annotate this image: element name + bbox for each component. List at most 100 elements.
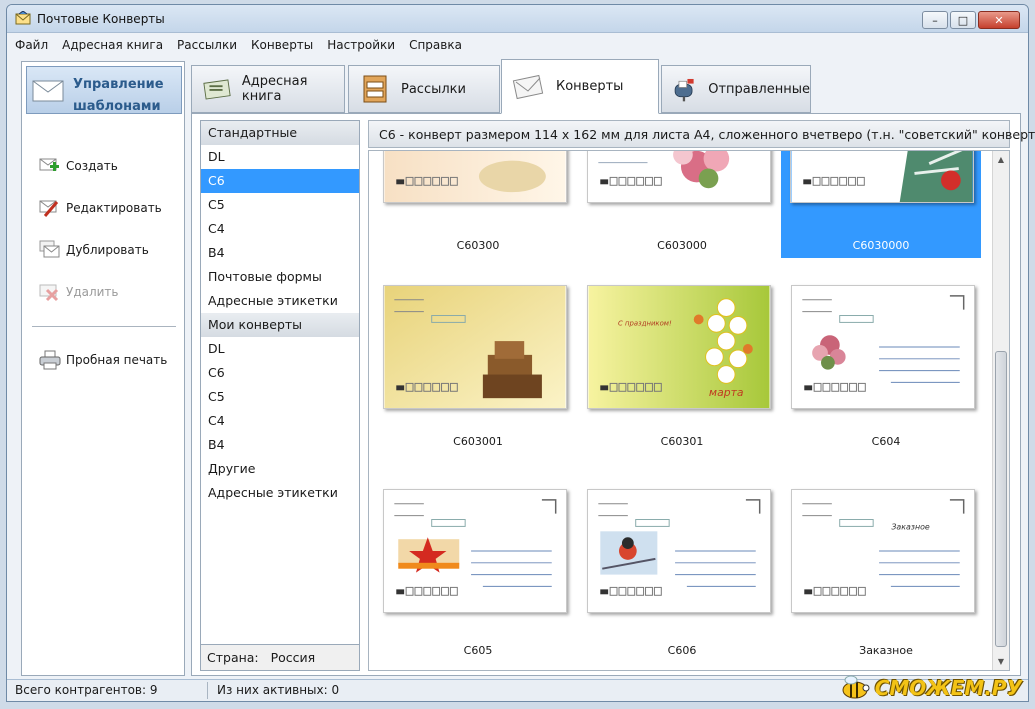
vertical-scrollbar[interactable]: ▲ ▼	[992, 151, 1009, 670]
tab-envelopes[interactable]: Конверты	[501, 59, 659, 114]
scroll-up-arrow-icon[interactable]: ▲	[993, 151, 1009, 168]
create-label: Создать	[66, 159, 118, 173]
templates-title-line2: шаблонами	[73, 99, 161, 114]
status-bar: Всего контрагентов: 9 Из них активных: 0…	[7, 675, 1028, 701]
close-button[interactable]: ✕	[978, 11, 1020, 29]
category-item[interactable]: C5	[201, 193, 359, 217]
category-item[interactable]: DL	[201, 145, 359, 169]
envelope-thumbnail: Заказное	[791, 489, 975, 613]
category-item[interactable]: Адресные этикетки	[201, 481, 359, 505]
category-item[interactable]: Адресные этикетки	[201, 289, 359, 313]
envelope-name: С60301	[660, 435, 704, 448]
info-bar: С6 - конверт размером 114 x 162 мм для л…	[368, 120, 1035, 148]
tab-mailings-label: Рассылки	[401, 81, 466, 97]
scroll-down-arrow-icon[interactable]: ▼	[993, 653, 1009, 670]
status-divider	[207, 682, 208, 699]
divider	[32, 326, 176, 327]
envelope-thumbnail: марта С праздником!	[587, 285, 771, 409]
category-list: Стандартные DL C6 C5 C4 B4 Почтовые форм…	[200, 120, 360, 671]
envelope-card[interactable]: С603000	[582, 151, 782, 259]
tab-mailings[interactable]: Рассылки	[348, 65, 500, 113]
envelope-card[interactable]: С60300	[378, 151, 578, 259]
category-item[interactable]: C6	[201, 361, 359, 385]
templates-title-line1: Управление	[73, 77, 164, 92]
maximize-button[interactable]: □	[950, 11, 976, 29]
category-item[interactable]: Почтовые формы	[201, 265, 359, 289]
delete-label: Удалить	[66, 285, 119, 299]
sent-mailbox-icon	[674, 78, 694, 102]
menu-mailings[interactable]: Рассылки	[177, 35, 237, 55]
active-count: Из них активных: 0	[217, 683, 340, 697]
delete-button[interactable]: Удалить	[38, 280, 119, 304]
envelope-card[interactable]: Заказное Заказное	[786, 483, 986, 668]
envelope-thumbnail	[587, 151, 771, 203]
address-book-icon	[203, 79, 231, 100]
menu-envelopes[interactable]: Конверты	[251, 35, 313, 55]
envelopes-content: Стандартные DL C6 C5 C4 B4 Почтовые форм…	[191, 113, 1035, 676]
envelope-tab-icon	[512, 74, 544, 99]
envelope-card[interactable]: С606	[582, 483, 782, 668]
envelope-grid: С60300 С603000 С6030000 С603001 марта С …	[368, 150, 1010, 671]
create-button[interactable]: Создать	[38, 154, 118, 178]
scrollbar-thumb[interactable]	[995, 351, 1007, 647]
category-group-mine: Мои конверты	[201, 313, 359, 337]
category-item[interactable]: Другие	[201, 457, 359, 481]
tab-envelopes-label: Конверты	[556, 79, 624, 94]
category-item[interactable]: DL	[201, 337, 359, 361]
country-value: Россия	[270, 650, 316, 665]
menu-settings[interactable]: Настройки	[327, 35, 395, 55]
app-window: Почтовые Конверты – □ ✕ Файл Адресная кн…	[6, 4, 1035, 702]
test-print-label: Пробная печать	[66, 353, 168, 367]
envelope-thumbnail	[790, 151, 974, 203]
templates-panel: Управление шаблонами Создать Редактирова…	[21, 61, 185, 676]
tab-sent[interactable]: Отправленные	[661, 65, 811, 113]
duplicate-label: Дублировать	[66, 243, 149, 257]
menu-bar: Файл Адресная книга Рассылки Конверты На…	[7, 35, 1028, 55]
envelope-name: С60300	[456, 239, 500, 252]
envelope-thumbnail	[383, 285, 567, 409]
mailbox-icon	[363, 75, 387, 103]
contacts-count: Всего контрагентов: 9	[15, 683, 158, 697]
envelope-card[interactable]: С603001	[378, 279, 578, 459]
envelope-name: С606	[667, 644, 697, 657]
tab-sent-label: Отправленные	[708, 81, 810, 97]
category-item[interactable]: B4	[201, 241, 359, 265]
edit-label: Редактировать	[66, 201, 162, 215]
envelope-thumbnail	[791, 285, 975, 409]
edit-button[interactable]: Редактировать	[38, 196, 162, 220]
title-bar: Почтовые Конверты – □ ✕	[7, 5, 1028, 33]
envelope-thumbnail	[383, 489, 567, 613]
envelope-name: С603001	[453, 435, 503, 448]
menu-address-book[interactable]: Адресная книга	[62, 35, 163, 55]
envelope-app-icon	[15, 11, 31, 25]
envelope-name: С603000	[657, 239, 707, 252]
duplicate-button[interactable]: Дублировать	[38, 238, 149, 262]
country-selector[interactable]: Страна: Россия	[201, 644, 359, 670]
category-item[interactable]: C5	[201, 385, 359, 409]
main-tabs: Адресная книга Рассылки Конверты Отправл…	[191, 59, 1021, 114]
printer-icon	[38, 348, 62, 372]
category-item[interactable]: C4	[201, 217, 359, 241]
duplicate-envelope-icon	[38, 238, 62, 262]
category-item[interactable]: C4	[201, 409, 359, 433]
minimize-button[interactable]: –	[922, 11, 948, 29]
envelope-name: С604	[871, 435, 901, 448]
bee-icon	[842, 675, 870, 699]
delete-envelope-icon	[38, 280, 62, 304]
envelope-card[interactable]: марта С праздником! С60301	[582, 279, 782, 459]
menu-help[interactable]: Справка	[409, 35, 462, 55]
envelope-card-selected[interactable]: С6030000	[781, 151, 981, 258]
window-title: Почтовые Конверты	[37, 12, 165, 26]
templates-panel-header: Управление шаблонами	[26, 66, 182, 114]
menu-file[interactable]: Файл	[15, 35, 48, 55]
tab-address-book[interactable]: Адресная книга	[191, 65, 345, 113]
country-label: Страна:	[207, 650, 259, 665]
envelope-card[interactable]: С605	[378, 483, 578, 668]
logo-text: СМОЖЕМ.РУ	[874, 676, 1022, 700]
category-item-selected[interactable]: C6	[201, 169, 359, 193]
envelope-name: С6030000	[852, 239, 910, 252]
category-item[interactable]: B4	[201, 433, 359, 457]
envelope-card[interactable]: С604	[786, 279, 986, 459]
test-print-button[interactable]: Пробная печать	[38, 348, 167, 372]
envelope-thumbnail	[587, 489, 771, 613]
